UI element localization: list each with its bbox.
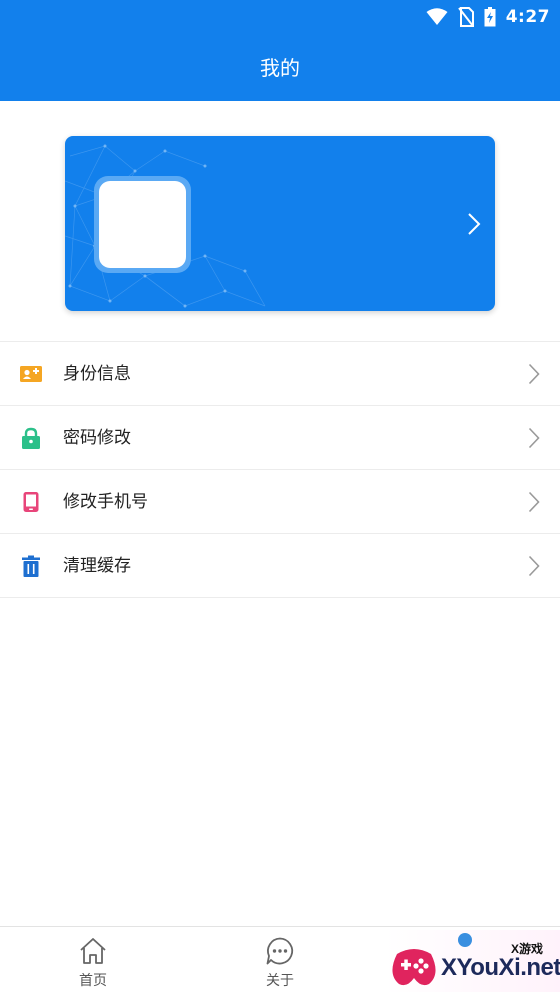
menu-item-change-phone[interactable]: 修改手机号 [0, 470, 560, 534]
menu-item-clear-cache[interactable]: 清理缓存 [0, 534, 560, 598]
chevron-right-icon [528, 427, 540, 449]
lock-icon [22, 427, 40, 449]
menu-item-label: 修改手机号 [63, 492, 148, 512]
header-bar: 4:27 我的 [0, 0, 560, 101]
watermark-brand: XYouXi.net [441, 954, 560, 981]
avatar-frame [94, 176, 191, 273]
wifi-icon [426, 8, 448, 25]
menu-item-label: 密码修改 [63, 428, 131, 448]
profile-card[interactable] [65, 136, 495, 311]
avatar[interactable] [99, 181, 186, 268]
tab-about[interactable]: 关于 [230, 927, 330, 998]
settings-menu: 身份信息 密码修改 修改手机号 清理缓存 [0, 341, 560, 598]
chevron-right-icon [528, 491, 540, 513]
phone-icon [23, 492, 39, 512]
chevron-right-icon [468, 213, 481, 235]
id-card-icon [20, 366, 42, 382]
blue-dot-decoration [458, 933, 472, 947]
chevron-right-icon [528, 555, 540, 577]
battery-charging-icon [484, 7, 496, 27]
menu-item-change-password[interactable]: 密码修改 [0, 406, 560, 470]
tab-label: 关于 [266, 973, 294, 989]
status-time: 4:27 [505, 7, 550, 27]
menu-item-identity-info[interactable]: 身份信息 [0, 342, 560, 406]
tab-home[interactable]: 首页 [43, 927, 143, 998]
status-bar: 4:27 [426, 5, 550, 29]
chat-icon [266, 937, 294, 965]
gamepad-logo-icon [392, 949, 436, 986]
chevron-right-icon [528, 363, 540, 385]
home-icon [80, 938, 106, 964]
menu-item-label: 清理缓存 [63, 556, 131, 576]
trash-icon [22, 555, 40, 577]
no-sim-icon [457, 7, 474, 27]
watermark: X游戏 XYouXi.net [385, 930, 560, 992]
menu-item-label: 身份信息 [63, 364, 131, 384]
tab-label: 首页 [79, 973, 107, 989]
page-title: 我的 [260, 56, 300, 80]
